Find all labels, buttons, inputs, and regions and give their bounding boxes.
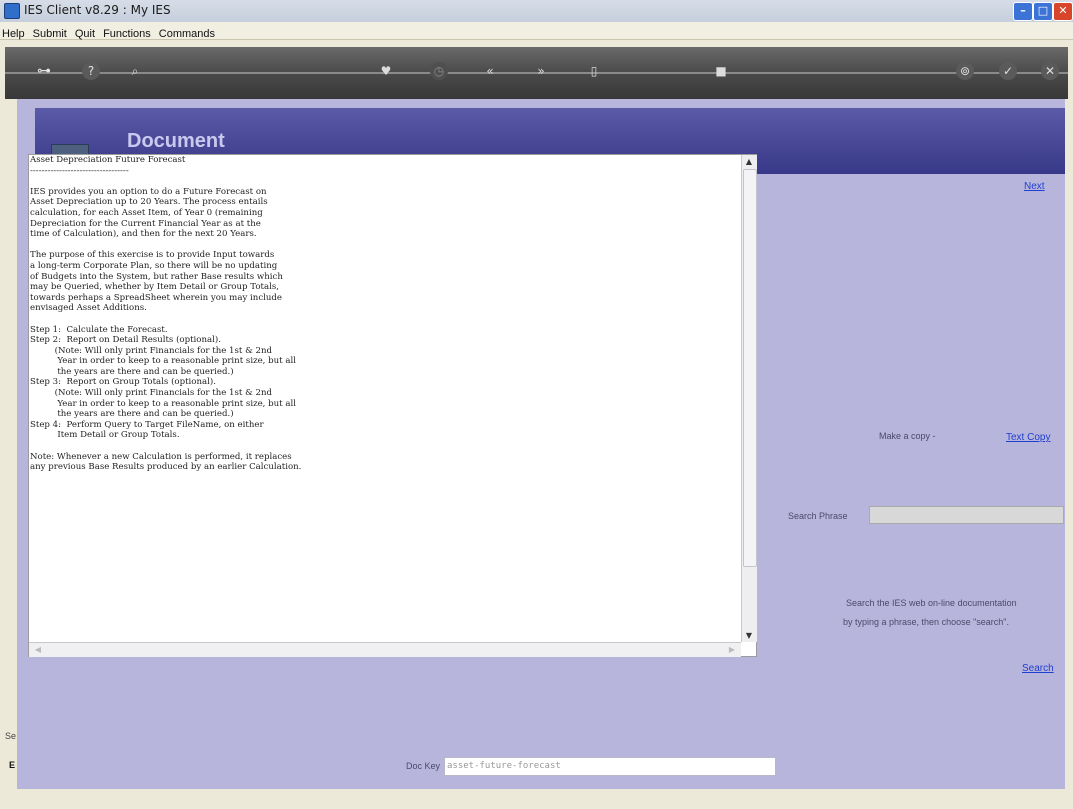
- scroll-thumb[interactable]: [743, 169, 757, 567]
- maximize-button[interactable]: □: [1033, 2, 1053, 21]
- horizontal-scrollbar[interactable]: ◀ ▶: [29, 642, 741, 657]
- doc-key-label: Doc Key: [406, 761, 441, 771]
- search-input[interactable]: [869, 506, 1064, 524]
- vertical-scrollbar[interactable]: ▲ ▼: [741, 155, 757, 642]
- scroll-up-icon[interactable]: ▲: [742, 155, 756, 168]
- scroll-right-icon[interactable]: ▶: [725, 643, 739, 656]
- text-copy-link[interactable]: Text Copy: [1006, 432, 1050, 443]
- scroll-down-icon[interactable]: ▼: [742, 629, 756, 642]
- menu-bar: Help Submit Quit Functions Commands: [0, 22, 1073, 40]
- search-icon[interactable]: ⌕: [126, 62, 144, 80]
- close-window-button[interactable]: ✕: [1053, 2, 1073, 21]
- make-copy-label: Make a copy -: [879, 431, 936, 441]
- title-bar: IES Client v8.29 : My IES – □ ✕: [0, 0, 1073, 23]
- document-panel: Asset Depreciation Future Forecast -----…: [28, 154, 757, 657]
- key-icon[interactable]: ⊶: [31, 62, 57, 80]
- stop-icon[interactable]: ■: [712, 62, 730, 80]
- app-window: IES Client v8.29 : My IES – □ ✕ Help Subm…: [0, 0, 1073, 809]
- trash-icon[interactable]: ▯: [585, 62, 603, 80]
- heart-icon[interactable]: ♥: [377, 62, 395, 80]
- menu-help[interactable]: Help: [0, 26, 29, 40]
- search-help-line-2: by typing a phrase, then choose "search"…: [843, 617, 1009, 627]
- search-help-line-1: Search the IES web on-line documentation: [846, 598, 1017, 608]
- partial-label: Se: [5, 731, 17, 741]
- menu-commands[interactable]: Commands: [155, 26, 219, 40]
- doc-key-field[interactable]: asset-future-forecast: [444, 757, 776, 776]
- window-title: IES Client v8.29 : My IES: [24, 3, 171, 17]
- close-icon[interactable]: ✕: [1041, 62, 1059, 80]
- page-title: Document: [127, 130, 225, 152]
- check-icon[interactable]: ✓: [999, 62, 1017, 80]
- help-icon[interactable]: ?: [82, 62, 100, 80]
- next-link[interactable]: Next: [1024, 181, 1045, 192]
- lock-icon[interactable]: ⊚: [956, 62, 974, 80]
- partial-label-2: E: [9, 760, 16, 770]
- rewind-icon[interactable]: «: [481, 62, 499, 80]
- toolbar: ⊶ ? ⌕ ♥ ◷ « » ▯ ■ ⊚ ✓ ✕: [5, 47, 1068, 99]
- scroll-left-icon[interactable]: ◀: [31, 643, 45, 656]
- menu-quit[interactable]: Quit: [71, 26, 99, 40]
- menu-functions[interactable]: Functions: [99, 26, 155, 40]
- forward-icon[interactable]: »: [532, 62, 550, 80]
- app-icon: [4, 3, 20, 19]
- clock-icon[interactable]: ◷: [430, 62, 448, 80]
- menu-submit[interactable]: Submit: [29, 26, 71, 40]
- search-link[interactable]: Search: [1022, 663, 1054, 674]
- document-text[interactable]: Asset Depreciation Future Forecast -----…: [29, 155, 742, 642]
- search-phrase-label: Search Phrase: [788, 511, 848, 521]
- minimize-button[interactable]: –: [1013, 2, 1033, 21]
- status-area: [5, 789, 1068, 804]
